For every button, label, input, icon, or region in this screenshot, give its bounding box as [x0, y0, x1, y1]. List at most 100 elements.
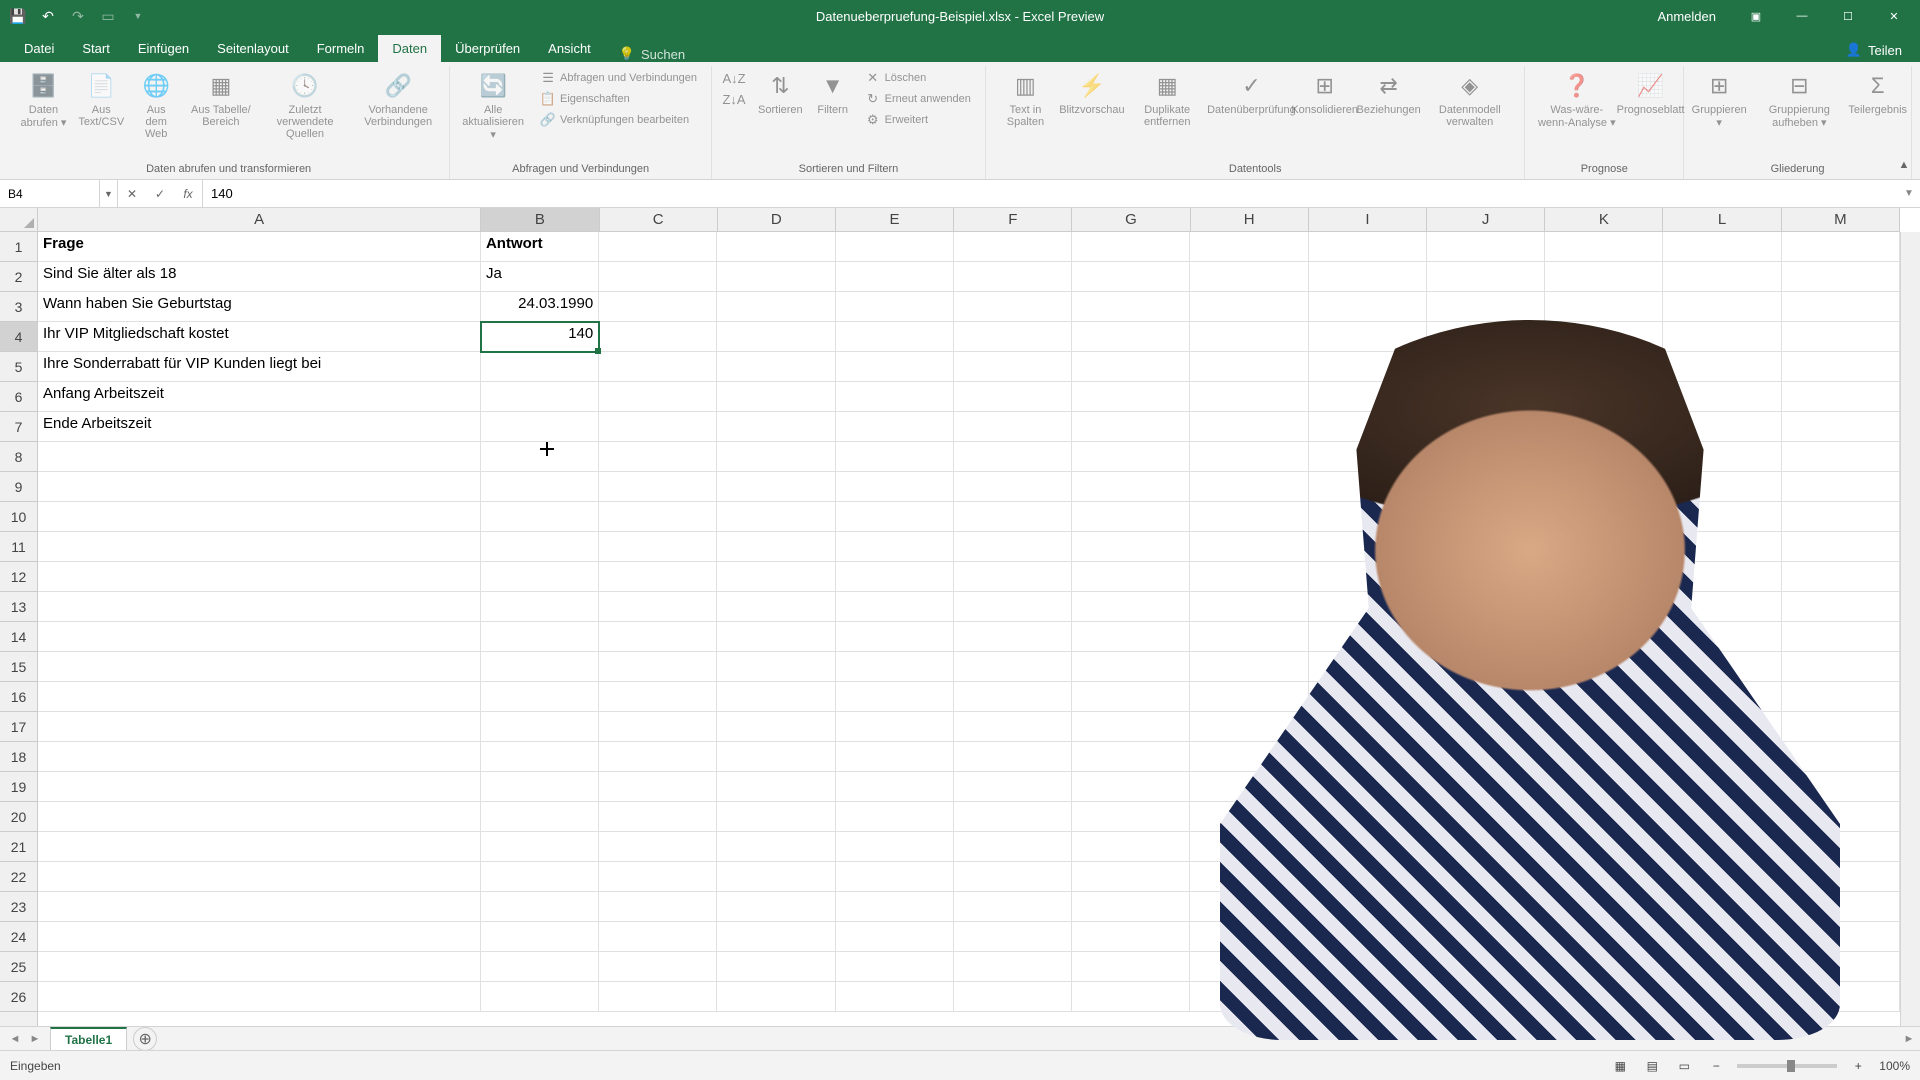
tab-layout[interactable]: Seitenlayout: [203, 35, 303, 62]
row-header[interactable]: 21: [0, 832, 37, 862]
cancel-formula-icon[interactable]: ✕: [118, 180, 146, 207]
cell-C6[interactable]: [599, 382, 717, 412]
cell-J4[interactable]: [1427, 322, 1545, 352]
formula-input[interactable]: [211, 186, 1890, 201]
cell-E21[interactable]: [836, 832, 954, 862]
cell-K25[interactable]: [1545, 952, 1663, 982]
zoom-slider[interactable]: [1737, 1064, 1837, 1068]
cell-F24[interactable]: [954, 922, 1072, 952]
cell-E14[interactable]: [836, 622, 954, 652]
cell-G21[interactable]: [1072, 832, 1190, 862]
cell-G16[interactable]: [1072, 682, 1190, 712]
cell-L9[interactable]: [1663, 472, 1781, 502]
cell-L11[interactable]: [1663, 532, 1781, 562]
cell-I22[interactable]: [1309, 862, 1427, 892]
select-all-button[interactable]: [0, 208, 38, 232]
cell-D9[interactable]: [717, 472, 835, 502]
cell-C26[interactable]: [599, 982, 717, 1012]
cell-E12[interactable]: [836, 562, 954, 592]
group-button[interactable]: ⊞Gruppieren ▾: [1690, 66, 1748, 133]
recent-sources-button[interactable]: 🕓Zuletzt verwendete Quellen: [259, 66, 351, 144]
cell-C3[interactable]: [599, 292, 717, 322]
cell-C7[interactable]: [599, 412, 717, 442]
cell-D7[interactable]: [717, 412, 835, 442]
cell-J10[interactable]: [1427, 502, 1545, 532]
cell-F10[interactable]: [954, 502, 1072, 532]
cell-I23[interactable]: [1309, 892, 1427, 922]
cell-K1[interactable]: [1545, 232, 1663, 262]
cell-M25[interactable]: [1782, 952, 1900, 982]
cell-E20[interactable]: [836, 802, 954, 832]
row-header[interactable]: 19: [0, 772, 37, 802]
cell-M13[interactable]: [1782, 592, 1900, 622]
cell-F16[interactable]: [954, 682, 1072, 712]
cell-C14[interactable]: [599, 622, 717, 652]
cell-J16[interactable]: [1427, 682, 1545, 712]
row-header[interactable]: 11: [0, 532, 37, 562]
cell-J25[interactable]: [1427, 952, 1545, 982]
column-header[interactable]: H: [1191, 208, 1309, 231]
cell-A16[interactable]: [38, 682, 481, 712]
cell-C18[interactable]: [599, 742, 717, 772]
cell-G13[interactable]: [1072, 592, 1190, 622]
cell-E3[interactable]: [836, 292, 954, 322]
row-header[interactable]: 26: [0, 982, 37, 1012]
cell-M8[interactable]: [1782, 442, 1900, 472]
remove-duplicates-button[interactable]: ▦Duplikate entfernen: [1125, 66, 1210, 132]
cell-H24[interactable]: [1190, 922, 1308, 952]
cell-L22[interactable]: [1663, 862, 1781, 892]
cell-H1[interactable]: [1190, 232, 1308, 262]
normal-view-icon[interactable]: ▦: [1609, 1056, 1631, 1076]
vertical-scrollbar[interactable]: [1900, 232, 1920, 1026]
cell-L5[interactable]: [1663, 352, 1781, 382]
cell-G8[interactable]: [1072, 442, 1190, 472]
column-header[interactable]: L: [1663, 208, 1781, 231]
ungroup-button[interactable]: ⊟Gruppierung aufheben ▾: [1750, 66, 1848, 133]
row-header[interactable]: 12: [0, 562, 37, 592]
touch-mode-icon[interactable]: ▭: [96, 4, 120, 28]
cell-A4[interactable]: Ihr VIP Mitgliedschaft kostet: [38, 322, 481, 352]
cell-A15[interactable]: [38, 652, 481, 682]
cell-D5[interactable]: [717, 352, 835, 382]
cell-F1[interactable]: [954, 232, 1072, 262]
subtotal-button[interactable]: ΣTeilergebnis: [1850, 66, 1905, 120]
cell-D14[interactable]: [717, 622, 835, 652]
cell-A2[interactable]: Sind Sie älter als 18: [38, 262, 481, 292]
cell-C8[interactable]: [599, 442, 717, 472]
cell-E23[interactable]: [836, 892, 954, 922]
cell-J8[interactable]: [1427, 442, 1545, 472]
column-header[interactable]: B: [481, 208, 599, 231]
cell-M4[interactable]: [1782, 322, 1900, 352]
row-header[interactable]: 7: [0, 412, 37, 442]
redo-icon[interactable]: ↷: [66, 4, 90, 28]
cell-L19[interactable]: [1663, 772, 1781, 802]
cell-I17[interactable]: [1309, 712, 1427, 742]
cell-M15[interactable]: [1782, 652, 1900, 682]
cell-J22[interactable]: [1427, 862, 1545, 892]
cell-B8[interactable]: [481, 442, 599, 472]
cell-J18[interactable]: [1427, 742, 1545, 772]
close-icon[interactable]: ✕: [1872, 0, 1916, 32]
cell-H11[interactable]: [1190, 532, 1308, 562]
cell-E16[interactable]: [836, 682, 954, 712]
cell-H14[interactable]: [1190, 622, 1308, 652]
cell-C19[interactable]: [599, 772, 717, 802]
cell-G10[interactable]: [1072, 502, 1190, 532]
cell-D23[interactable]: [717, 892, 835, 922]
cell-A12[interactable]: [38, 562, 481, 592]
cell-F23[interactable]: [954, 892, 1072, 922]
cell-I2[interactable]: [1309, 262, 1427, 292]
maximize-icon[interactable]: ☐: [1826, 0, 1870, 32]
cell-K11[interactable]: [1545, 532, 1663, 562]
sheet-scroll-right-icon[interactable]: ►: [1898, 1033, 1920, 1045]
consolidate-button[interactable]: ⊞Konsolidieren: [1293, 66, 1356, 120]
column-header[interactable]: I: [1309, 208, 1427, 231]
cell-C24[interactable]: [599, 922, 717, 952]
cell-B12[interactable]: [481, 562, 599, 592]
cell-D22[interactable]: [717, 862, 835, 892]
cell-M7[interactable]: [1782, 412, 1900, 442]
cell-D17[interactable]: [717, 712, 835, 742]
cell-C15[interactable]: [599, 652, 717, 682]
cell-D10[interactable]: [717, 502, 835, 532]
row-header[interactable]: 17: [0, 712, 37, 742]
